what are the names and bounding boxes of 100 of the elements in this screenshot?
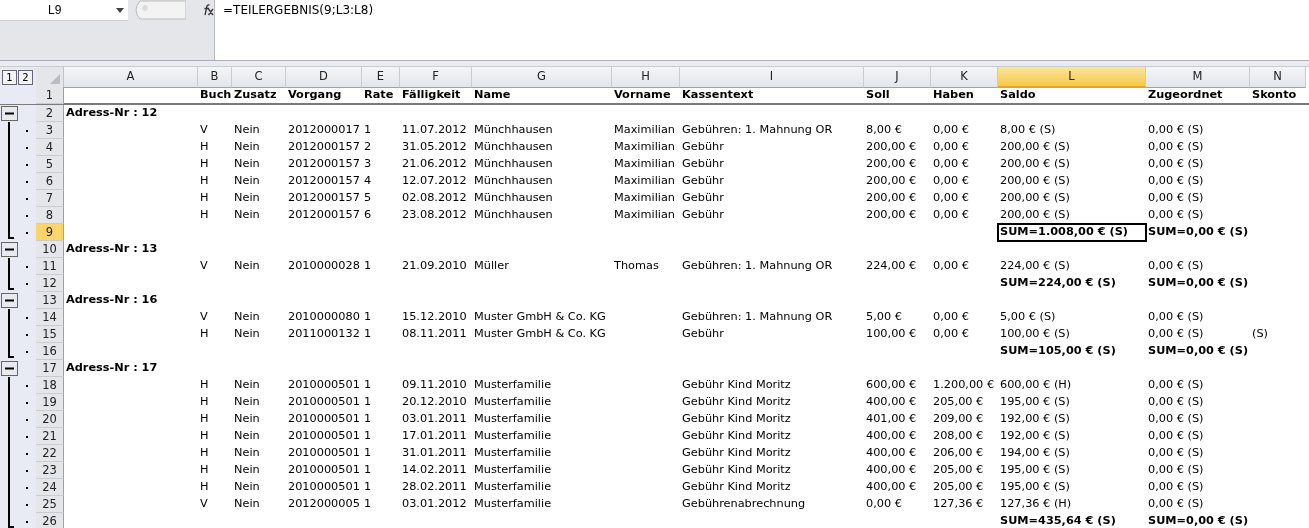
row-header[interactable]: 13 bbox=[36, 292, 64, 309]
collapse-icon[interactable] bbox=[1, 293, 18, 308]
column-header[interactable]: H bbox=[612, 67, 680, 88]
row-header[interactable]: 20 bbox=[36, 411, 64, 428]
collapse-icon[interactable] bbox=[1, 361, 18, 376]
table-cell: SUM=0,00 € (S) bbox=[1148, 343, 1249, 359]
table-cell: 09.11.2010 bbox=[402, 377, 467, 393]
table-cell: 1 bbox=[364, 428, 372, 444]
row-header[interactable]: 21 bbox=[36, 428, 64, 445]
table-cell: Gebühr bbox=[682, 190, 724, 206]
table-cell: H bbox=[200, 394, 209, 410]
table-cell: Gebühren: 1. Mahnung OR bbox=[682, 122, 833, 138]
outline-level-button[interactable]: 2 bbox=[18, 70, 33, 85]
table-cell: Münchhausen bbox=[474, 156, 553, 172]
formula-field[interactable]: =TEILERGEBNIS(9;L3:L8) bbox=[215, 0, 1309, 60]
row-header[interactable]: 11 bbox=[36, 258, 64, 275]
row-header[interactable]: 9 bbox=[36, 224, 64, 241]
table-cell: Musterfamilie bbox=[474, 479, 552, 495]
row-header[interactable]: 15 bbox=[36, 326, 64, 343]
table-cell: 5,00 € bbox=[866, 309, 902, 325]
table-cell: SUM=435,64 € (S) bbox=[1000, 513, 1116, 528]
row-header[interactable]: 18 bbox=[36, 377, 64, 394]
table-cell: 2010000501 bbox=[288, 411, 360, 427]
table-cell: 2012000157 bbox=[288, 207, 360, 223]
table-cell: 400,00 € bbox=[866, 462, 917, 478]
table-cell: Musterfamilie bbox=[474, 428, 552, 444]
row-header[interactable]: 3 bbox=[36, 122, 64, 139]
table-cell: 400,00 € bbox=[866, 445, 917, 461]
table-cell: 224,00 € bbox=[866, 258, 917, 274]
row-header[interactable]: 22 bbox=[36, 445, 64, 462]
column-header[interactable]: N bbox=[1250, 67, 1306, 88]
column-header[interactable]: D bbox=[286, 67, 362, 88]
table-cell: 1 bbox=[364, 496, 372, 512]
row-header[interactable]: 1 bbox=[36, 87, 64, 104]
table-cell: 401,00 € bbox=[866, 411, 917, 427]
table-cell: 15.12.2010 bbox=[402, 309, 467, 325]
column-header[interactable]: G bbox=[472, 67, 612, 88]
table-cell: Vorgang bbox=[288, 87, 342, 103]
row-header[interactable]: 16 bbox=[36, 343, 64, 360]
table-cell: 195,00 € (S) bbox=[1000, 479, 1070, 495]
table-cell: Nein bbox=[234, 122, 260, 138]
column-header[interactable]: C bbox=[232, 67, 286, 88]
table-cell: Gebühr bbox=[682, 173, 724, 189]
table-cell: H bbox=[200, 207, 209, 223]
table-cell: 0,00 € bbox=[933, 139, 969, 155]
column-header[interactable]: K bbox=[931, 67, 998, 88]
column-header[interactable]: L bbox=[998, 67, 1146, 88]
row-header[interactable]: 23 bbox=[36, 462, 64, 479]
row-header[interactable]: 17 bbox=[36, 360, 64, 377]
table-cell: Nein bbox=[234, 445, 260, 461]
outline-level-button[interactable]: 1 bbox=[2, 70, 17, 85]
row-header[interactable]: 4 bbox=[36, 139, 64, 156]
collapse-icon[interactable] bbox=[1, 242, 18, 257]
column-header[interactable]: J bbox=[864, 67, 931, 88]
table-cell: 31.05.2012 bbox=[402, 139, 467, 155]
row-header[interactable]: 24 bbox=[36, 479, 64, 496]
table-cell: 0,00 € (S) bbox=[1148, 207, 1204, 223]
table-cell: Gebühr Kind Moritz bbox=[682, 462, 791, 478]
row-header[interactable]: 25 bbox=[36, 496, 64, 513]
column-header[interactable]: F bbox=[400, 67, 472, 88]
row-header[interactable]: 8 bbox=[36, 207, 64, 224]
table-cell: 2010000028 bbox=[288, 258, 360, 274]
row-header[interactable]: 2 bbox=[36, 105, 64, 122]
name-box[interactable]: L9 bbox=[0, 0, 128, 21]
row-header[interactable]: 26 bbox=[36, 513, 64, 528]
column-header[interactable]: M bbox=[1146, 67, 1250, 88]
column-header[interactable]: B bbox=[198, 67, 232, 88]
row-header[interactable]: 19 bbox=[36, 394, 64, 411]
table-cell: 0,00 € (S) bbox=[1148, 445, 1204, 461]
collapse-icon[interactable] bbox=[1, 106, 18, 121]
column-header[interactable]: A bbox=[64, 67, 198, 88]
row-header[interactable]: 12 bbox=[36, 275, 64, 292]
table-cell: 2012000157 bbox=[288, 139, 360, 155]
table-cell: 8,00 € bbox=[866, 122, 902, 138]
row-header[interactable]: 7 bbox=[36, 190, 64, 207]
table-cell: Saldo bbox=[1000, 87, 1036, 103]
table-cell: 1 bbox=[364, 411, 372, 427]
table-cell: 100,00 € bbox=[866, 326, 917, 342]
table-cell: 209,00 € bbox=[933, 411, 984, 427]
table-cell: Münchhausen bbox=[474, 122, 553, 138]
column-header[interactable]: E bbox=[362, 67, 400, 88]
row-header[interactable]: 10 bbox=[36, 241, 64, 258]
table-cell: 200,00 € bbox=[866, 173, 917, 189]
table-cell: 400,00 € bbox=[866, 394, 917, 410]
table-cell: 2012000017 bbox=[288, 122, 360, 138]
table-cell: Münchhausen bbox=[474, 190, 553, 206]
row-header[interactable]: 6 bbox=[36, 173, 64, 190]
row-header[interactable]: 5 bbox=[36, 156, 64, 173]
table-cell: 1 bbox=[364, 479, 372, 495]
table-cell: Gebühr Kind Moritz bbox=[682, 411, 791, 427]
caret-icon bbox=[116, 8, 124, 13]
column-header[interactable]: I bbox=[680, 67, 864, 88]
table-cell: Adress-Nr : 16 bbox=[66, 292, 158, 308]
table-cell: Nein bbox=[234, 173, 260, 189]
table-cell: 1 bbox=[364, 445, 372, 461]
table-cell: Nein bbox=[234, 377, 260, 393]
row-header[interactable]: 14 bbox=[36, 309, 64, 326]
table-cell: 28.02.2011 bbox=[402, 479, 467, 495]
table-cell: Buch bbox=[200, 87, 232, 103]
table-cell: Maximilian bbox=[614, 173, 675, 189]
